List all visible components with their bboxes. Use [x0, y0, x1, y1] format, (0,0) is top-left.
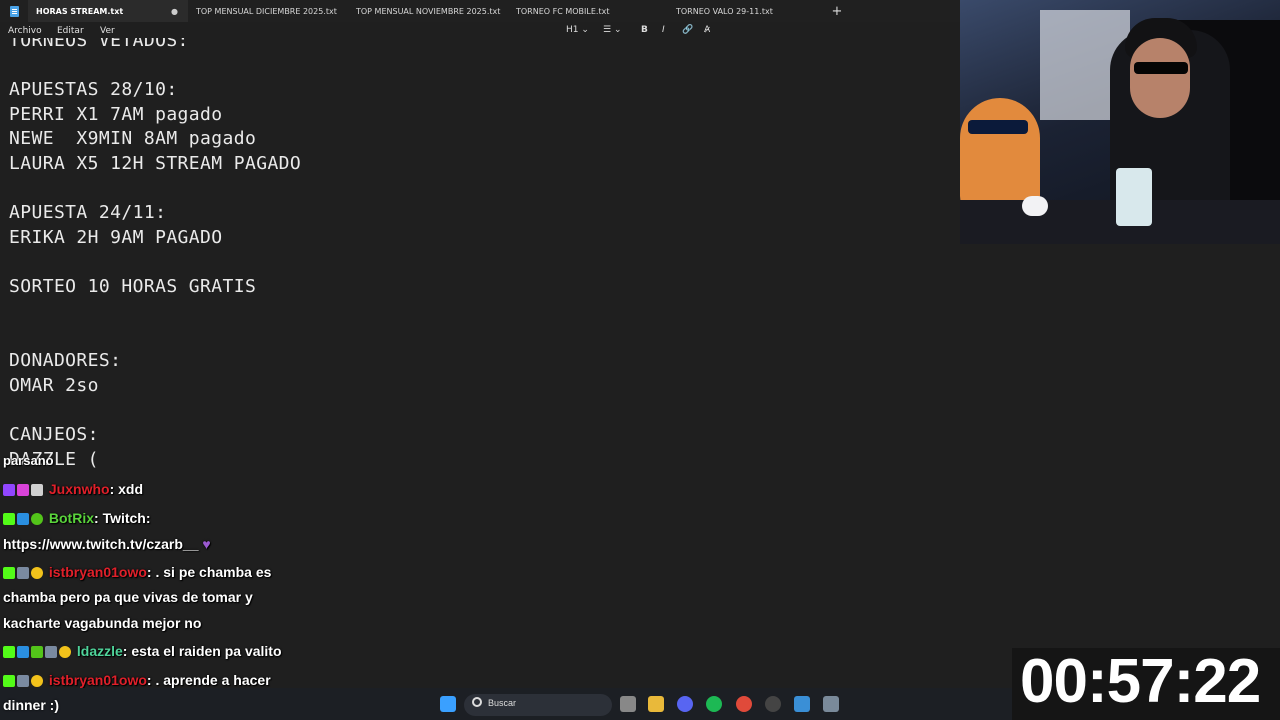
kick-badge-icon — [3, 675, 15, 687]
chat-username: ldazzle — [76, 643, 123, 659]
chat-text: : Twitch: — [94, 510, 151, 526]
tab-top-mensual-noviembre[interactable]: TOP MENSUAL NOVIEMBRE 2025.txt — [348, 0, 508, 22]
kick-badge-icon — [3, 567, 15, 579]
chat-link: https://www.twitch.tv/czarb__ — [3, 536, 199, 552]
menu-edit[interactable]: Editar — [57, 26, 84, 36]
gem-badge-icon — [31, 646, 43, 658]
purple-heart-icon: ♥ — [202, 536, 211, 552]
chat-text: : xdd — [109, 481, 144, 497]
kick-badge-icon — [3, 513, 15, 525]
bold-button[interactable]: B — [641, 25, 648, 35]
editor-line: APUESTA 24/11: — [9, 202, 167, 223]
chat-message: Juxnwho: xdd — [3, 481, 143, 497]
spotify-icon[interactable] — [706, 696, 722, 712]
tab-label: TOP MENSUAL DICIEMBRE 2025.txt — [196, 6, 337, 16]
link-icon[interactable]: 🔗 — [682, 25, 693, 35]
notepad-taskbar-icon[interactable] — [794, 696, 810, 712]
task-view-icon[interactable] — [620, 696, 636, 712]
clear-format-icon[interactable]: A̷ — [704, 25, 710, 35]
webcam-overlay — [960, 0, 1280, 244]
cam-face — [1130, 38, 1190, 118]
tab-bar: HORAS STREAM.txt ● TOP MENSUAL DICIEMBRE… — [0, 0, 960, 22]
chat-overflow-word: parsano — [3, 453, 54, 468]
search-placeholder: Buscar — [488, 698, 517, 708]
cam-plush-glasses — [968, 120, 1028, 134]
chat-message-cont: dinner :) — [3, 697, 59, 713]
chat-username: istbryan01owo — [48, 672, 147, 688]
sub-badge-icon — [31, 675, 43, 687]
search-icon — [472, 697, 482, 707]
chat-message: istbryan01owo: . aprende a hacer — [3, 672, 271, 688]
shield-badge-icon — [17, 567, 29, 579]
heading-label: H1 — [566, 25, 579, 35]
windows-start-icon[interactable] — [440, 696, 456, 712]
unsaved-dot-icon: ● — [171, 6, 178, 16]
tab-torneo-fc-mobile[interactable]: TORNEO FC MOBILE.txt — [508, 0, 668, 22]
editor-line: PERRI X1 7AM pagado — [9, 104, 223, 125]
editor-line: CANJEOS: — [9, 424, 99, 445]
italic-button[interactable]: I — [662, 25, 665, 35]
chat-message-cont: chamba pero pa que vivas de tomar y — [3, 589, 253, 605]
cam-sunglasses — [1134, 62, 1188, 74]
file-explorer-icon[interactable] — [648, 696, 664, 712]
notepad-app-icon — [0, 0, 28, 22]
heading-dropdown[interactable]: H1 ⌄ — [566, 25, 589, 35]
stream-timer: 00:57:22 — [1020, 647, 1261, 716]
check-badge-icon — [31, 513, 43, 525]
editor-line: APUESTAS 28/10: — [9, 79, 178, 100]
triangle-badge-icon — [31, 484, 43, 496]
twitch-badge-icon — [3, 484, 15, 496]
sub-badge-icon — [31, 567, 43, 579]
taskbar-search[interactable] — [464, 694, 612, 716]
heart-badge-icon — [17, 484, 29, 496]
chat-message: BotRix: Twitch: — [3, 510, 151, 526]
tab-label: HORAS STREAM.txt — [36, 6, 124, 16]
chat-message-cont: kacharte vagabunda mejor no — [3, 615, 202, 631]
kick-badge-icon — [3, 646, 15, 658]
chat-username: Juxnwho — [48, 481, 110, 497]
verified-badge-icon — [17, 646, 29, 658]
verified-badge-icon — [17, 513, 29, 525]
shield-badge-icon — [45, 646, 57, 658]
chat-username: BotRix — [48, 510, 95, 526]
tab-label: TORNEO VALO 29-11.txt — [676, 6, 773, 16]
shield-badge-icon — [17, 675, 29, 687]
add-tab-button[interactable]: + — [828, 0, 846, 22]
editor-line: SORTEO 10 HORAS GRATIS — [9, 276, 257, 297]
menu-file[interactable]: Archivo — [8, 26, 42, 36]
tab-top-mensual-diciembre[interactable]: TOP MENSUAL DICIEMBRE 2025.txt — [188, 0, 348, 22]
chevron-down-icon: ⌄ — [581, 25, 589, 35]
cam-mug — [1116, 168, 1152, 226]
list-icon: ☰ — [603, 25, 612, 35]
chat-message: istbryan01owo: . si pe chamba es — [3, 564, 271, 580]
chat-text: : . si pe chamba es — [146, 564, 272, 580]
sub-badge-icon — [59, 646, 71, 658]
menu-view[interactable]: Ver — [100, 26, 115, 36]
editor-line: LAURA X5 12H STREAM PAGADO — [9, 153, 302, 174]
list-dropdown[interactable]: ☰ ⌄ — [603, 25, 622, 35]
chat-message: ldazzle: esta el raiden pa valito — [3, 643, 282, 659]
editor-line: NEWE X9MIN 8AM pagado — [9, 128, 257, 149]
tab-label: TORNEO FC MOBILE.txt — [516, 6, 610, 16]
obs-icon[interactable] — [765, 696, 781, 712]
chevron-down-icon: ⌄ — [613, 25, 622, 35]
chat-message-cont: https://www.twitch.tv/czarb__ ♥ — [3, 536, 211, 552]
chrome-icon[interactable] — [736, 696, 752, 712]
editor-line: OMAR 2so — [9, 375, 99, 396]
calculator-icon[interactable] — [823, 696, 839, 712]
tab-label: TOP MENSUAL NOVIEMBRE 2025.txt — [356, 6, 501, 16]
discord-icon[interactable] — [677, 696, 693, 712]
chat-text: : . aprende a hacer — [146, 672, 271, 688]
tab-horas-stream[interactable]: HORAS STREAM.txt ● — [28, 0, 188, 22]
chat-username: istbryan01owo — [48, 564, 147, 580]
editor-line: ERIKA 2H 9AM PAGADO — [9, 227, 223, 248]
chat-text: : esta el raiden pa valito — [122, 643, 282, 659]
editor-line: DONADORES: — [9, 350, 122, 371]
cam-mouse — [1022, 196, 1048, 216]
tab-torneo-valo[interactable]: TORNEO VALO 29-11.txt — [668, 0, 828, 22]
